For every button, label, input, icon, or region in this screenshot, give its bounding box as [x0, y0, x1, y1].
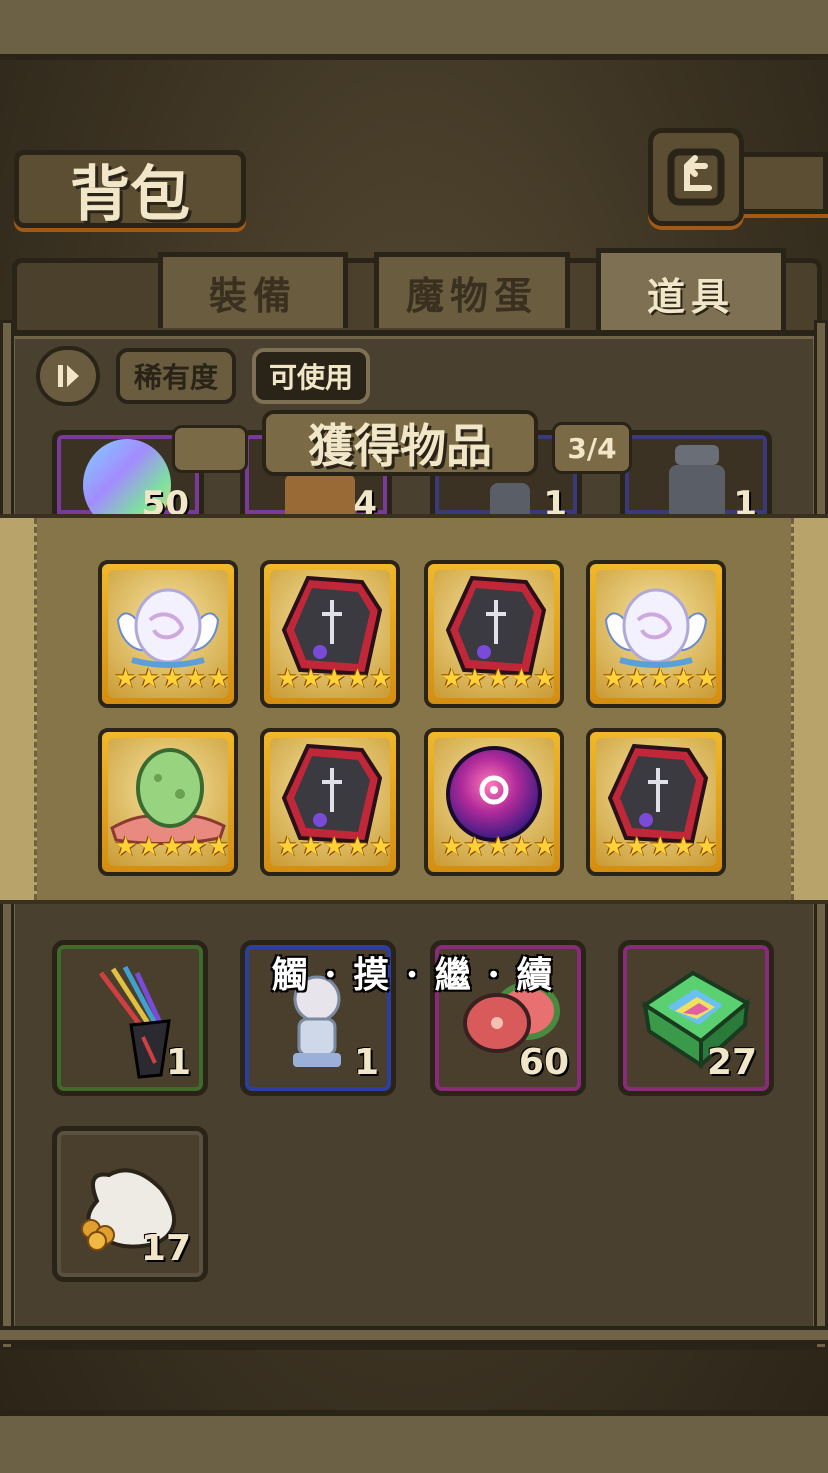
- tap-to-continue-prompt[interactable]: 觸 · 摸 · 繼 · 續: [238, 948, 588, 996]
- tab-items-label: 道具: [646, 274, 735, 319]
- item-count: 1: [543, 484, 567, 514]
- reward-card[interactable]: ★★★★★: [260, 728, 400, 876]
- panel-bottom-rail: [0, 1326, 828, 1344]
- reward-grid: ★★★★★ ★★★★★ ★★★★★ ★★★★★ ★★★★★ ★★★★★ ★★★★…: [98, 560, 728, 880]
- reward-card[interactable]: ★★★★★: [586, 560, 726, 708]
- reward-card[interactable]: ★★★★★: [586, 728, 726, 876]
- usable-filter-button[interactable]: 可使用: [252, 348, 370, 404]
- tab-equipment[interactable]: 裝備: [158, 252, 348, 328]
- tap-to-continue-text: 觸 · 摸 · 繼 · 續: [271, 954, 555, 996]
- item-count: 1: [165, 1042, 191, 1083]
- item-count: 50: [141, 484, 189, 514]
- rarity-filter-label: 稀有度: [133, 361, 218, 394]
- sort-toggle-button[interactable]: [36, 346, 100, 406]
- star-rating: ★★★★★: [602, 832, 716, 862]
- item-count: 1: [733, 484, 757, 514]
- top-border: [0, 0, 828, 60]
- inventory-slot[interactable]: 17: [52, 1126, 208, 1282]
- rarity-filter-button[interactable]: 稀有度: [116, 348, 236, 404]
- tab-monster-eggs-label: 魔物蛋: [405, 273, 538, 318]
- inventory-slot[interactable]: 1: [52, 940, 208, 1096]
- reward-page-text: 3/4: [567, 431, 617, 465]
- reward-card[interactable]: ★★★★★: [424, 728, 564, 876]
- usable-filter-label: 可使用: [268, 361, 353, 394]
- star-rating: ★★★★★: [276, 664, 390, 694]
- item-count: 1: [353, 1042, 379, 1083]
- reward-header-tab: [172, 425, 248, 473]
- page-title: 背包: [70, 159, 190, 230]
- page-title-plate: 背包: [14, 150, 246, 230]
- back-button[interactable]: [648, 128, 744, 226]
- tab-equipment-label: 裝備: [208, 273, 297, 318]
- reward-card[interactable]: ★★★★★: [98, 560, 238, 708]
- reward-card[interactable]: ★★★★★: [424, 560, 564, 708]
- reward-title-text: 獲得物品: [308, 419, 492, 473]
- item-count: 60: [518, 1042, 569, 1083]
- star-rating: ★★★★★: [440, 832, 554, 862]
- tab-monster-eggs[interactable]: 魔物蛋: [374, 252, 570, 328]
- reward-page-counter: 3/4: [552, 422, 632, 474]
- bottom-border: [0, 1410, 828, 1473]
- sort-icon: [58, 365, 79, 387]
- item-count: 27: [706, 1042, 757, 1083]
- star-rating: ★★★★★: [114, 832, 228, 862]
- reward-card[interactable]: ★★★★★: [260, 560, 400, 708]
- back-arrow-icon: [667, 148, 725, 206]
- reward-title: 獲得物品: [262, 410, 538, 476]
- tab-items[interactable]: 道具: [596, 248, 786, 334]
- star-rating: ★★★★★: [114, 664, 228, 694]
- reward-card[interactable]: ★★★★★: [98, 728, 238, 876]
- inventory-slot[interactable]: 1: [620, 430, 772, 514]
- star-rating: ★★★★★: [440, 664, 554, 694]
- inventory-slot[interactable]: 27: [618, 940, 774, 1096]
- back-button-frame: [740, 152, 828, 214]
- item-count: 17: [140, 1228, 191, 1269]
- star-rating: ★★★★★: [602, 664, 716, 694]
- item-count: 4: [353, 484, 377, 514]
- star-rating: ★★★★★: [276, 832, 390, 862]
